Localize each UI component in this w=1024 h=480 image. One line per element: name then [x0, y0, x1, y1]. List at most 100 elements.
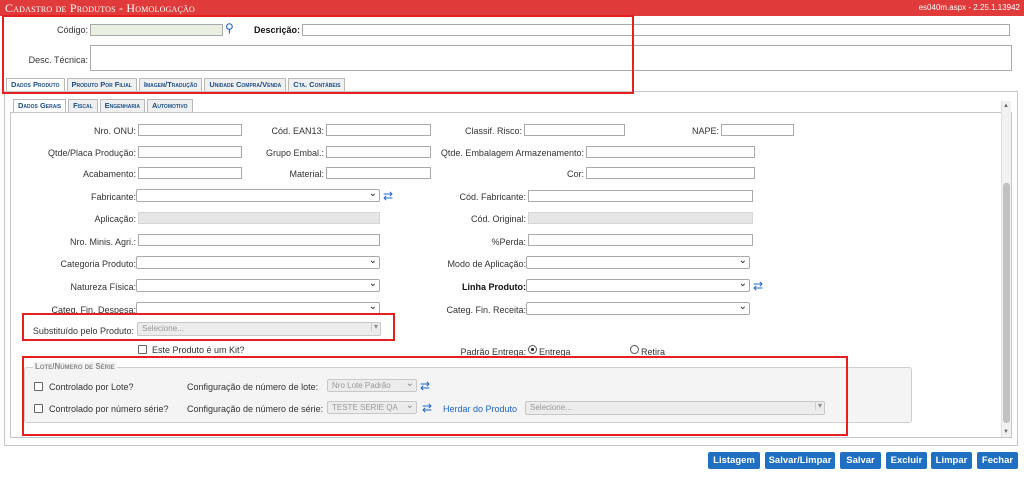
config-serie-label: Configuração de número de série:	[187, 404, 324, 414]
descricao-label: Descrição:	[253, 25, 300, 35]
vertical-scrollbar[interactable]: ▲ ▼	[1001, 101, 1011, 437]
excluir-button[interactable]: Excluir	[886, 452, 927, 469]
classif-risco-input[interactable]	[524, 124, 625, 136]
descricao-input[interactable]	[302, 24, 1010, 36]
qtde-placa-input[interactable]	[138, 146, 242, 158]
entrega-radio[interactable]	[528, 345, 537, 354]
kit-label: Este Produto é um Kit?	[152, 345, 245, 355]
tab-automotivo[interactable]: Automotivo	[146, 99, 193, 112]
scroll-up-icon[interactable]: ▲	[1003, 103, 1009, 109]
window-title: Cadastro de Produtos - Homologação	[5, 1, 195, 15]
cod-fabricante-input[interactable]	[528, 190, 753, 202]
config-lote-select[interactable]: Nro Lote Padrão ⌄	[327, 378, 417, 392]
chevron-down-icon: ▾	[814, 401, 822, 410]
material-input[interactable]	[326, 167, 431, 179]
chevron-down-icon: ⌄	[368, 301, 377, 312]
tab-produto-por-filial[interactable]: Produto Por Filial	[66, 78, 137, 91]
chevron-down-icon: ⌄	[738, 278, 747, 289]
tab-dados-gerais[interactable]: Dados Gerais	[13, 99, 67, 113]
perda-label: %Perda:	[491, 237, 526, 247]
nro-onu-label: Nro. ONU:	[93, 126, 136, 136]
codigo-input[interactable]	[90, 24, 223, 36]
herdar-select[interactable]: Selecione... ▾	[525, 401, 825, 415]
qtde-embalagem-input[interactable]	[586, 146, 755, 158]
padrao-entrega-label: Padrão Entrega:	[460, 347, 526, 357]
refresh-icon[interactable]: ⇄	[753, 280, 763, 292]
categoria-produto-select[interactable]: ⌄	[136, 255, 380, 269]
controlado-serie-label: Controlado por número série?	[49, 404, 169, 414]
refresh-icon[interactable]: ⇄	[420, 380, 430, 392]
salvar-limpar-button[interactable]: Salvar/Limpar	[765, 452, 835, 469]
refresh-icon[interactable]: ⇄	[422, 402, 432, 414]
cor-label: Cor:	[566, 169, 584, 179]
cod-fabricante-label: Cód. Fabricante:	[459, 192, 526, 202]
sub-tabs: Dados Gerais Fiscal Engenharia Automotiv…	[13, 99, 195, 113]
kit-checkbox[interactable]	[138, 345, 147, 354]
chevron-down-icon: ▾	[370, 322, 378, 331]
scroll-thumb[interactable]	[1003, 183, 1010, 423]
scroll-down-icon[interactable]: ▼	[1003, 429, 1009, 435]
nape-input[interactable]	[721, 124, 794, 136]
modo-aplicacao-select[interactable]: ⌄	[526, 255, 750, 269]
nro-minis-agri-input[interactable]	[138, 234, 380, 246]
grupo-embal-label: Grupo Embal.:	[265, 148, 324, 158]
salvar-button[interactable]: Salvar	[840, 452, 881, 469]
tab-imagem-traducao[interactable]: Imagem/Tradução	[138, 78, 203, 91]
desc-tecnica-label: Desc. Técnica:	[28, 55, 88, 65]
chevron-down-icon: ⌄	[405, 400, 414, 411]
natureza-fisica-select[interactable]: ⌄	[136, 278, 380, 292]
substituido-select[interactable]: Selecione... ▾	[137, 322, 381, 336]
title-bar: Cadastro de Produtos - Homologação es040…	[0, 0, 1024, 16]
substituido-placeholder: Selecione...	[142, 324, 184, 333]
chevron-down-icon: ⌄	[368, 188, 377, 199]
listagem-button[interactable]: Listagem	[708, 452, 760, 469]
classif-risco-label: Classif. Risco:	[464, 126, 522, 136]
acabamento-input[interactable]	[138, 167, 242, 179]
desc-tecnica-textarea[interactable]	[90, 45, 1012, 71]
config-lote-value: Nro Lote Padrão	[332, 381, 391, 390]
main-tabs: Dados Produto Produto Por Filial Imagem/…	[6, 78, 347, 92]
chevron-down-icon: ⌄	[738, 301, 747, 312]
chevron-down-icon: ⌄	[368, 278, 377, 289]
lote-legend: Lote/Número de Série	[33, 362, 117, 371]
herdar-link[interactable]: Herdar do Produto	[443, 404, 517, 414]
fechar-button[interactable]: Fechar	[977, 452, 1018, 469]
linha-produto-label: Linha Produto:	[462, 282, 526, 292]
tab-cta-contabeis[interactable]: Cta. Contábeis	[288, 78, 346, 91]
fabricante-select[interactable]: ⌄	[136, 188, 380, 202]
config-serie-select[interactable]: TESTE SERIE QA ⌄	[327, 400, 417, 414]
grupo-embal-input[interactable]	[326, 146, 431, 158]
refresh-icon[interactable]: ⇄	[383, 190, 393, 202]
linha-produto-select[interactable]: ⌄	[526, 278, 750, 292]
config-lote-label: Configuração de número de lote:	[187, 382, 319, 392]
tab-unidade-compra-venda[interactable]: Unidade Compra/Venda	[204, 78, 287, 91]
tab-engenharia[interactable]: Engenharia	[99, 99, 145, 112]
categ-fin-despesa-label: Categ. Fin. Despesa:	[51, 305, 136, 315]
chevron-down-icon: ⌄	[738, 255, 747, 266]
categ-fin-receita-select[interactable]: ⌄	[526, 301, 750, 315]
herdar-placeholder: Selecione...	[530, 403, 572, 412]
limpar-button[interactable]: Limpar	[931, 452, 972, 469]
natureza-fisica-label: Natureza Física:	[70, 282, 136, 292]
nro-onu-input[interactable]	[138, 124, 242, 136]
codigo-label: Código:	[56, 25, 88, 35]
perda-input[interactable]	[528, 234, 753, 246]
cod-original-label: Cód. Original:	[470, 214, 526, 224]
chevron-down-icon: ⌄	[405, 378, 414, 389]
nape-label: NAPE:	[691, 126, 719, 136]
cod-ean13-input[interactable]	[326, 124, 431, 136]
tab-fiscal[interactable]: Fiscal	[68, 99, 98, 112]
retira-radio[interactable]	[630, 345, 639, 354]
cor-input[interactable]	[586, 167, 755, 179]
search-icon[interactable]: ⚲	[225, 21, 234, 35]
categ-fin-despesa-select[interactable]: ⌄	[136, 301, 380, 315]
fabricante-label: Fabricante:	[90, 192, 136, 202]
controlado-serie-checkbox[interactable]	[34, 404, 43, 413]
controlado-lote-checkbox[interactable]	[34, 382, 43, 391]
config-serie-value: TESTE SERIE QA	[332, 403, 398, 412]
cod-ean13-label: Cód. EAN13:	[271, 126, 324, 136]
tab-dados-produto[interactable]: Dados Produto	[6, 78, 65, 92]
categoria-produto-label: Categoria Produto:	[60, 259, 136, 269]
aplicacao-input	[138, 212, 380, 224]
substituido-label: Substituído pelo Produto:	[32, 326, 134, 336]
